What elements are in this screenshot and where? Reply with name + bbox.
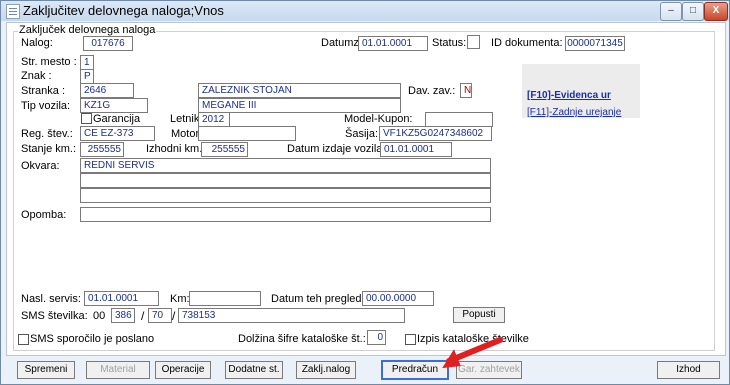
stranka-name-field[interactable]: ZALEZNIK STOJAN [198,83,401,98]
okvara-line-1[interactable]: REDNI SERVIS [80,158,491,173]
label-stanje-km: Stanje km.: [21,143,77,155]
model-kupon-field[interactable] [425,112,493,127]
tip-vozila-field[interactable]: KZ1G [80,98,148,113]
label-opomba: Opomba: [21,209,67,221]
material-button[interactable]: Material [86,361,150,379]
gar-zahtevek-button[interactable]: Gar. zahtevek [456,361,522,379]
label-nasl-servis: Nasl. servis: [21,293,81,305]
id-dokumenta-field[interactable]: 0000071345 [565,36,625,51]
sms-prefix: 00 [93,310,106,322]
nasl-servis-field[interactable]: 01.01.0001 [84,291,159,306]
label-id-dokumenta: ID dokumenta: [491,37,563,49]
group-title: Zaključek delovnega naloga [18,24,157,36]
letnik-field[interactable]: 2012 [198,112,230,127]
nalog-field[interactable]: 017676 [83,36,133,51]
label-nalog: Nalog: [21,37,53,49]
label-status: Status: [432,37,467,49]
window-title: Zaključitev delovnega naloga;Vnos [23,3,224,18]
label-model-kupon: Model-Kupon: [344,113,413,125]
reg-stev-field[interactable]: CE EZ-373 [80,126,155,141]
maximize-button[interactable]: □ [682,2,704,21]
zaklj-nalog-button[interactable]: Zaklj.nalog [296,361,356,379]
datum-teh-field[interactable]: 00.00.0000 [362,291,434,306]
label-garancija: Garancija [93,113,141,125]
tip-vozila-name-field[interactable]: MEGANE III [198,98,401,113]
label-okvara: Okvara: [21,160,60,172]
label-dolzina: Dolžina šifre kataloške št.: [238,333,366,345]
sms-slash-1: / [141,309,145,323]
predracun-button[interactable]: Predračun [381,360,449,380]
km-field[interactable] [189,291,261,306]
document-icon [6,4,20,19]
sms-country-field[interactable]: 386 [111,308,135,323]
sms-area-field[interactable]: 70 [148,308,172,323]
izhodni-km-field[interactable]: 255555 [201,142,248,157]
okvara-line-2[interactable] [80,173,491,188]
izpis-checkbox[interactable] [405,334,416,345]
label-datum-teh: Datum teh pregleda: [271,293,371,305]
sms-poslano-checkbox[interactable] [18,334,29,345]
dav-zav-field[interactable]: N [460,83,472,98]
sms-slash-2: / [172,309,176,323]
sasija-field[interactable]: VF1KZ5G0247348602 [379,126,492,141]
dolzina-field[interactable]: 0 [367,330,386,345]
label-izpis: Izpis kataloške številke [417,333,529,345]
title-bar: Zaključitev delovnega naloga;Vnos – □ X [1,1,729,21]
popusti-button[interactable]: Popusti [453,307,505,323]
znak-field[interactable]: P [80,69,94,84]
label-datumz: Datumz: [321,37,362,49]
spremeni-button[interactable]: Spremeni [17,361,75,379]
stranka-code-field[interactable]: 2646 [80,83,134,98]
label-izhodni-km: Izhodni km.: [146,143,206,155]
opomba-field[interactable] [80,207,491,222]
evidenca-ur-link[interactable]: [F10]-Evidenca ur [527,90,611,101]
label-datum-izdaje: Datum izdaje vozila: [287,143,386,155]
okvara-line-3[interactable] [80,188,491,203]
motor-field[interactable] [198,126,296,141]
label-sasija: Šasija: [345,128,379,140]
status-field[interactable] [467,35,480,49]
garancija-checkbox[interactable] [81,113,92,124]
label-sms-stevilka: SMS številka: [21,310,88,322]
label-str-mesto: Str. mesto : [21,56,77,68]
label-sms-poslano: SMS sporočilo je poslano [30,333,155,345]
zadnje-urejanje-link[interactable]: [F11]-Zadnje urejanje [527,107,621,118]
stanje-km-field[interactable]: 255555 [80,142,124,157]
label-km: Km: [170,293,190,305]
label-tip-vozila: Tip vozila: [21,100,71,112]
label-reg-stev: Reg. štev.: [21,128,73,140]
close-button[interactable]: X [704,2,728,21]
dodatne-st-button[interactable]: Dodatne st. [225,361,283,379]
label-dav-zav: Dav. zav.: [408,85,456,97]
label-znak: Znak : [21,70,52,82]
minimize-button[interactable]: – [660,2,682,21]
label-stranka: Stranka : [21,85,66,97]
datum-izdaje-field[interactable]: 01.01.0001 [380,142,452,157]
operacije-button[interactable]: Operacije [155,361,211,379]
str-mesto-field[interactable]: 1 [80,55,94,70]
izhod-button[interactable]: Izhod [657,361,720,379]
sms-number-field[interactable]: 738153 [178,308,405,323]
datumz-field[interactable]: 01.01.0001 [358,36,428,51]
